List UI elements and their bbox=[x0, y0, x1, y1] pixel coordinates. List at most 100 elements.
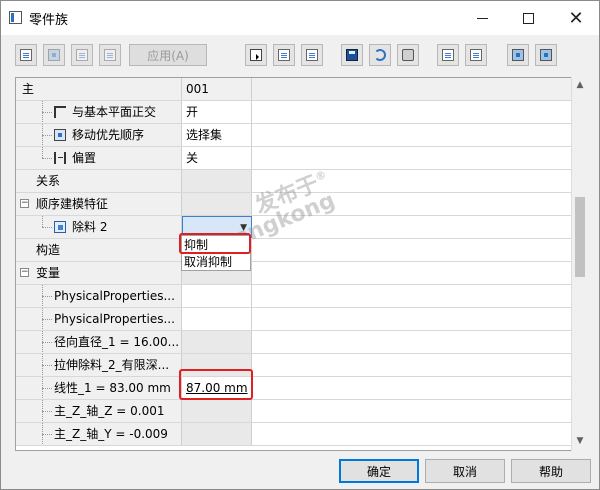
row-name-cell: 关系 bbox=[16, 170, 182, 192]
option-unsuppress[interactable]: 取消抑制 bbox=[182, 254, 250, 271]
row-name-cell: 与基本平面正交 bbox=[16, 101, 182, 123]
paste-button[interactable] bbox=[465, 44, 487, 66]
row-name-cell: 除料 2 bbox=[16, 216, 182, 238]
ok-button[interactable]: 确定 bbox=[339, 459, 419, 483]
chevron-down-icon[interactable]: ▼ bbox=[240, 223, 247, 233]
copy-icon bbox=[442, 49, 454, 61]
row-filler bbox=[252, 377, 572, 399]
collapse-icon[interactable]: − bbox=[20, 268, 29, 277]
row-value[interactable]: 开 bbox=[182, 101, 252, 123]
print-button[interactable] bbox=[397, 44, 419, 66]
tree-line bbox=[42, 227, 52, 228]
select-button[interactable] bbox=[245, 44, 267, 66]
scroll-down-icon[interactable]: ▼ bbox=[572, 433, 588, 449]
table-row[interactable]: PhysicalProperties... bbox=[16, 308, 572, 331]
maximize-button[interactable] bbox=[505, 1, 551, 35]
model-view-button[interactable] bbox=[535, 44, 557, 66]
insert-column-button[interactable] bbox=[273, 44, 295, 66]
scroll-thumb[interactable] bbox=[575, 197, 585, 277]
row-name-cell: 主_Z_轴_Z = 0.001 bbox=[16, 400, 182, 422]
row-label: PhysicalProperties... bbox=[54, 289, 175, 303]
apply-button[interactable]: 应用(A) bbox=[129, 44, 207, 66]
lock-button[interactable] bbox=[71, 44, 93, 66]
tree-line bbox=[42, 365, 52, 366]
row-name-cell: 线性_1 = 83.00 mm bbox=[16, 377, 182, 399]
tree-line bbox=[42, 388, 52, 389]
tree-line bbox=[42, 158, 52, 159]
preview-icon bbox=[48, 49, 60, 61]
row-label: 顺序建模特征 bbox=[36, 197, 109, 211]
maximize-icon bbox=[522, 12, 534, 24]
table-row[interactable]: 线性_1 = 83.00 mm 87.00 mm bbox=[16, 377, 572, 400]
row-label: PhysicalProperties... bbox=[54, 312, 175, 326]
vertical-scrollbar[interactable]: ▲ ▼ bbox=[571, 77, 587, 451]
row-filler bbox=[252, 239, 572, 261]
highlight-box-suppress bbox=[179, 233, 251, 254]
offset-icon bbox=[54, 152, 66, 164]
table-row[interactable]: 拉伸除料_2_有限深... bbox=[16, 354, 572, 377]
row-name-cell: 径向直径_1 = 16.00... bbox=[16, 331, 182, 353]
header-value-cell[interactable]: 001 bbox=[182, 78, 252, 100]
tree-line bbox=[42, 319, 52, 320]
table-row[interactable]: − 变量 bbox=[16, 262, 572, 285]
row-value[interactable] bbox=[182, 308, 252, 330]
table-row[interactable]: − 顺序建模特征 bbox=[16, 193, 572, 216]
delete-column-button[interactable] bbox=[301, 44, 323, 66]
undo-button[interactable] bbox=[369, 44, 391, 66]
cut-feature-icon bbox=[54, 221, 66, 233]
row-value[interactable] bbox=[182, 285, 252, 307]
tree-line bbox=[42, 296, 52, 297]
header-name-cell: 主 bbox=[16, 78, 182, 100]
model-button[interactable] bbox=[507, 44, 529, 66]
table-row[interactable]: 构造 bbox=[16, 239, 572, 262]
title-bar: 零件族 ✕ bbox=[1, 1, 599, 35]
row-name-cell: − 变量 bbox=[16, 262, 182, 284]
delete-column-icon bbox=[306, 49, 318, 61]
table-row[interactable]: 除料 2 ▼ bbox=[16, 216, 572, 239]
help-button[interactable]: 帮助 bbox=[511, 459, 591, 483]
tree-line bbox=[42, 342, 52, 343]
table-row[interactable]: 径向直径_1 = 16.00... bbox=[16, 331, 572, 354]
table-row[interactable]: 与基本平面正交 开 bbox=[16, 101, 572, 124]
row-filler bbox=[252, 262, 572, 284]
row-label: 关系 bbox=[36, 174, 61, 188]
row-name-cell: − 顺序建模特征 bbox=[16, 193, 182, 215]
row-name-cell: PhysicalProperties... bbox=[16, 308, 182, 330]
collapse-icon[interactable]: − bbox=[20, 199, 29, 208]
table-row[interactable]: 移动优先顺序 选择集 bbox=[16, 124, 572, 147]
row-label: 除料 2 bbox=[72, 220, 108, 234]
row-name-cell: PhysicalProperties... bbox=[16, 285, 182, 307]
table-row[interactable]: 主_Z_轴_Z = 0.001 bbox=[16, 400, 572, 423]
property-grid: 主 001 与基本平面正交 开 移动优先顺序 选择集 偏置 关 关系 − 顺序建… bbox=[15, 77, 587, 451]
print-icon bbox=[402, 49, 414, 61]
row-filler bbox=[252, 354, 572, 376]
toolbar: 应用(A) bbox=[1, 35, 599, 73]
copy-button[interactable] bbox=[437, 44, 459, 66]
close-button[interactable]: ✕ bbox=[553, 1, 599, 35]
row-value bbox=[182, 193, 252, 215]
window-icon bbox=[9, 11, 22, 24]
tree-line bbox=[42, 135, 52, 136]
table-row[interactable]: 关系 bbox=[16, 170, 572, 193]
row-filler bbox=[252, 216, 572, 238]
cancel-button[interactable]: 取消 bbox=[425, 459, 505, 483]
minimize-button[interactable] bbox=[459, 1, 505, 35]
edit-button[interactable] bbox=[99, 44, 121, 66]
table-row[interactable]: 偏置 关 bbox=[16, 147, 572, 170]
row-filler bbox=[252, 147, 572, 169]
lock-icon bbox=[76, 49, 88, 61]
tree-line bbox=[42, 216, 43, 227]
row-value[interactable]: 选择集 bbox=[182, 124, 252, 146]
family-table-button[interactable] bbox=[15, 44, 37, 66]
table-row[interactable]: 主_Z_轴_Y = -0.009 bbox=[16, 423, 572, 446]
window-title: 零件族 bbox=[29, 13, 69, 28]
row-label: 径向直径_1 = 16.00... bbox=[54, 335, 180, 349]
preview-button[interactable] bbox=[43, 44, 65, 66]
undo-icon bbox=[374, 49, 386, 61]
row-value bbox=[182, 400, 252, 422]
save-button[interactable] bbox=[341, 44, 363, 66]
table-row[interactable]: PhysicalProperties... bbox=[16, 285, 572, 308]
scroll-up-icon[interactable]: ▲ bbox=[572, 77, 588, 93]
row-filler bbox=[252, 400, 572, 422]
row-value[interactable]: 关 bbox=[182, 147, 252, 169]
